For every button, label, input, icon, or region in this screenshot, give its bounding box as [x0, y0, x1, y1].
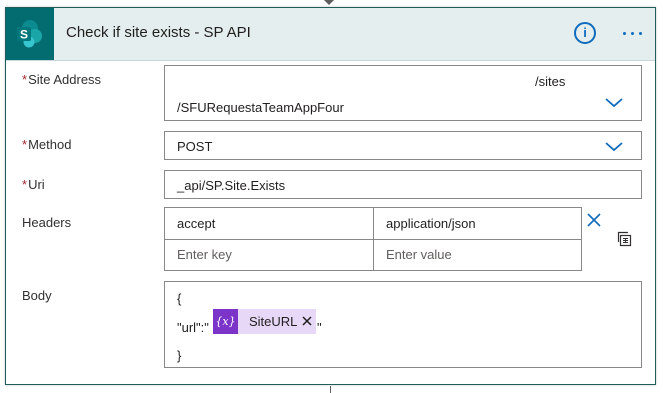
uri-value: _api/SP.Site.Exists [177, 178, 286, 193]
body-line-2-prefix: "url":" [177, 320, 209, 335]
header-key-input[interactable]: Enter key [177, 247, 232, 262]
body-line-3: } [177, 348, 182, 363]
flow-connector-line [330, 386, 331, 393]
site-address-field[interactable]: /sites /SFURequestaTeamAppFour [164, 65, 642, 121]
action-card-header[interactable]: S Check if site exists - SP API i [6, 8, 655, 61]
divider [165, 239, 581, 240]
remove-header-icon[interactable] [586, 212, 602, 228]
method-select[interactable]: POST [164, 131, 642, 160]
required-marker: * [22, 137, 28, 152]
more-options-icon[interactable] [620, 22, 646, 44]
token-label: SiteURL [249, 314, 298, 329]
uri-label: *Uri [22, 177, 45, 192]
info-icon[interactable]: i [574, 22, 596, 44]
switch-to-text-mode-icon[interactable] [616, 230, 634, 248]
site-address-label: *Site Address [22, 72, 101, 87]
header-key-cell[interactable]: accept [177, 216, 215, 231]
svg-text:S: S [20, 28, 28, 42]
headers-table: accept application/json Enter key Enter … [164, 207, 582, 271]
uri-label-text: Uri [28, 177, 45, 192]
action-card: S Check if site exists - SP API i *Site … [5, 7, 656, 385]
headers-label: Headers [22, 215, 72, 230]
header-value-input[interactable]: Enter value [386, 247, 452, 262]
site-address-line1: /sites [535, 74, 566, 89]
method-label: *Method [22, 137, 71, 152]
body-label: Body [22, 288, 52, 303]
site-address-line2: /SFURequestaTeamAppFour [177, 100, 344, 115]
uri-input[interactable]: _api/SP.Site.Exists [164, 170, 642, 199]
chevron-down-icon[interactable] [605, 98, 623, 108]
body-line-1: { [177, 291, 182, 306]
site-address-label-text: Site Address [28, 72, 102, 87]
action-title: Check if site exists - SP API [66, 24, 251, 41]
method-label-text: Method [28, 137, 72, 152]
body-line-2-suffix: " [317, 320, 322, 335]
required-marker: * [22, 177, 28, 192]
remove-token-icon[interactable] [301, 315, 313, 327]
dynamic-content-token[interactable]: {x} SiteURL [213, 309, 316, 334]
header-value-cell[interactable]: application/json [386, 216, 476, 231]
method-value: POST [177, 139, 213, 154]
chevron-down-icon[interactable] [605, 142, 623, 152]
flow-connector-arrow [324, 0, 334, 5]
sharepoint-icon: S [6, 8, 54, 60]
variable-icon: {x} [213, 309, 238, 334]
required-marker: * [22, 72, 28, 87]
